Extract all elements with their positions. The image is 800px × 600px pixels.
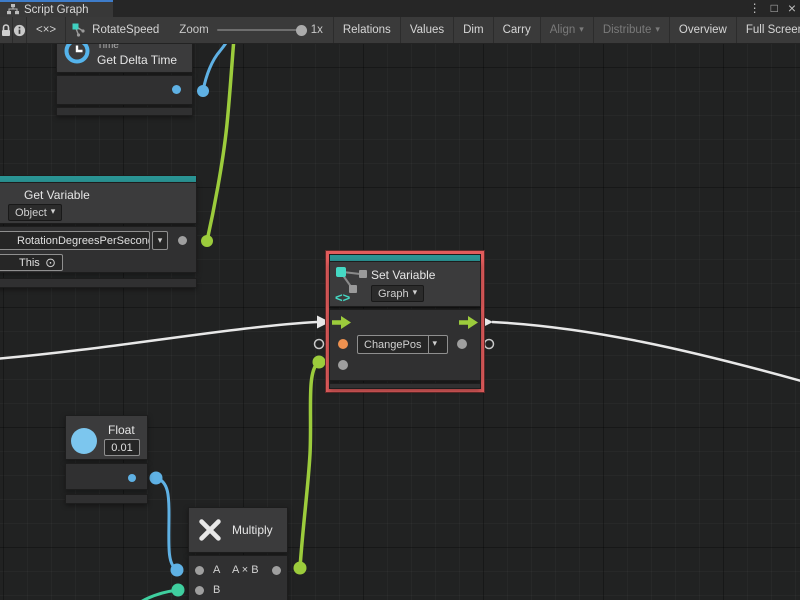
overview-button[interactable]: Overview bbox=[670, 17, 737, 43]
node-title: Multiply bbox=[232, 523, 273, 537]
node-get-delta-time[interactable]: Time Get Delta Time bbox=[56, 44, 193, 134]
port-label-a: A bbox=[213, 564, 220, 576]
graph-toolbar: <×> RotateSpeed Zoom 1x Relations Values… bbox=[0, 17, 800, 44]
window-menu-icon[interactable]: ⋮ bbox=[749, 0, 761, 17]
port-label-result: A × B bbox=[232, 564, 259, 576]
input-port-new-value[interactable] bbox=[338, 360, 348, 370]
input-port-a[interactable] bbox=[195, 566, 204, 575]
window-controls: ⋮ □ × bbox=[749, 0, 796, 17]
variable-name-dropdown-button[interactable] bbox=[152, 231, 168, 250]
output-port-result[interactable] bbox=[272, 566, 281, 575]
port-label-b: B bbox=[213, 584, 220, 596]
variable-select-dropdown[interactable]: ChangePos bbox=[357, 335, 448, 354]
flow-wire-right[interactable] bbox=[492, 322, 800, 382]
zoom-slider[interactable] bbox=[217, 29, 303, 31]
set-variable-icon: <> bbox=[335, 265, 369, 303]
value-wire-deltatime[interactable] bbox=[203, 44, 229, 91]
tab-title: Script Graph bbox=[24, 4, 89, 16]
node-category: Time bbox=[97, 44, 119, 51]
unconnected-port-ring[interactable] bbox=[315, 340, 324, 349]
wire-endpoint bbox=[172, 584, 185, 597]
value-wire-getvariable[interactable] bbox=[207, 44, 234, 241]
graph-hierarchy-icon bbox=[7, 4, 19, 15]
wire-endpoint bbox=[201, 235, 213, 247]
flow-wire-right-arrowhead bbox=[480, 316, 493, 329]
zoom-label: Zoom bbox=[179, 24, 208, 36]
tab-bar: Script Graph ⋮ □ × bbox=[0, 0, 800, 17]
graph-canvas[interactable]: Time Get Delta Time Get Variable Object … bbox=[0, 44, 800, 600]
graph-breadcrumb[interactable]: RotateSpeed bbox=[66, 17, 169, 43]
graph-name: RotateSpeed bbox=[92, 24, 159, 36]
lock-icon bbox=[0, 24, 12, 37]
node-accent-bar bbox=[329, 254, 481, 261]
multiply-icon bbox=[196, 516, 224, 544]
variable-scope-dropdown[interactable]: Graph bbox=[371, 285, 424, 302]
unconnected-port-ring[interactable] bbox=[485, 340, 494, 349]
wire-endpoint bbox=[197, 85, 209, 97]
window-close-icon[interactable]: × bbox=[788, 0, 796, 17]
relations-button[interactable]: Relations bbox=[334, 17, 401, 43]
code-brackets-icon: <×> bbox=[36, 24, 56, 36]
script-graph-icon bbox=[72, 23, 86, 37]
input-port-b[interactable] bbox=[195, 586, 204, 595]
zoom-value: 1x bbox=[311, 24, 323, 36]
variable-name-port[interactable] bbox=[338, 339, 348, 349]
inspect-code-button[interactable]: <×> bbox=[27, 17, 66, 43]
node-title: Get Variable bbox=[24, 188, 90, 202]
output-port-value[interactable] bbox=[178, 236, 187, 245]
float-type-icon bbox=[71, 428, 97, 454]
window-maximize-icon[interactable]: □ bbox=[771, 0, 778, 17]
node-title: Float bbox=[108, 423, 135, 437]
node-title: Set Variable bbox=[371, 268, 435, 282]
node-multiply[interactable]: Multiply A A × B B bbox=[188, 507, 288, 600]
fullscreen-button[interactable]: Full Screen bbox=[737, 17, 800, 43]
node-footer bbox=[0, 278, 197, 288]
output-port-float[interactable] bbox=[128, 474, 136, 482]
object-picker-icon[interactable] bbox=[45, 255, 56, 271]
output-port-value[interactable] bbox=[457, 339, 467, 349]
distribute-button[interactable]: Distribute bbox=[594, 17, 670, 43]
node-footer bbox=[65, 494, 148, 504]
output-port-delta-time[interactable] bbox=[172, 85, 181, 94]
node-float[interactable]: Float 0.01 bbox=[65, 415, 148, 505]
zoom-control: Zoom 1x bbox=[169, 17, 334, 43]
node-title: Get Delta Time bbox=[97, 53, 177, 67]
wire-endpoint bbox=[150, 472, 163, 485]
node-get-variable[interactable]: Get Variable Object RotationDegreesPerSe… bbox=[0, 175, 197, 288]
info-icon bbox=[13, 24, 26, 37]
tab-script-graph[interactable]: Script Graph bbox=[0, 0, 113, 17]
zoom-slider-handle[interactable] bbox=[296, 25, 307, 36]
lock-button[interactable] bbox=[0, 17, 13, 43]
target-object-field[interactable]: This bbox=[0, 254, 63, 271]
float-value-input[interactable]: 0.01 bbox=[104, 439, 140, 456]
wire-endpoint bbox=[313, 356, 326, 369]
flow-wire-left[interactable] bbox=[0, 322, 317, 359]
value-wire-float[interactable] bbox=[156, 478, 176, 569]
unity-visual-scripting-window: Script Graph ⋮ □ × <×> bbox=[0, 0, 800, 600]
time-clock-icon bbox=[64, 44, 90, 64]
node-footer bbox=[329, 383, 481, 389]
align-button[interactable]: Align bbox=[541, 17, 594, 43]
node-set-variable[interactable]: <> Set Variable Graph ChangePos bbox=[329, 254, 481, 389]
value-wire-multiply-result[interactable] bbox=[300, 364, 317, 568]
dropdown-caret-icon bbox=[428, 336, 443, 353]
wire-endpoint bbox=[294, 562, 307, 575]
flow-input-port[interactable] bbox=[332, 316, 351, 329]
variable-scope-dropdown[interactable]: Object bbox=[8, 204, 62, 221]
wire-endpoint bbox=[171, 564, 184, 577]
info-button[interactable] bbox=[13, 17, 27, 43]
node-footer bbox=[56, 107, 193, 116]
dim-button[interactable]: Dim bbox=[454, 17, 493, 43]
carry-button[interactable]: Carry bbox=[494, 17, 541, 43]
values-button[interactable]: Values bbox=[401, 17, 454, 43]
node-accent-bar bbox=[0, 175, 197, 182]
svg-text:<>: <> bbox=[335, 290, 351, 303]
variable-name-field[interactable]: RotationDegreesPerSecond bbox=[0, 231, 150, 250]
flow-output-port[interactable] bbox=[459, 316, 478, 329]
